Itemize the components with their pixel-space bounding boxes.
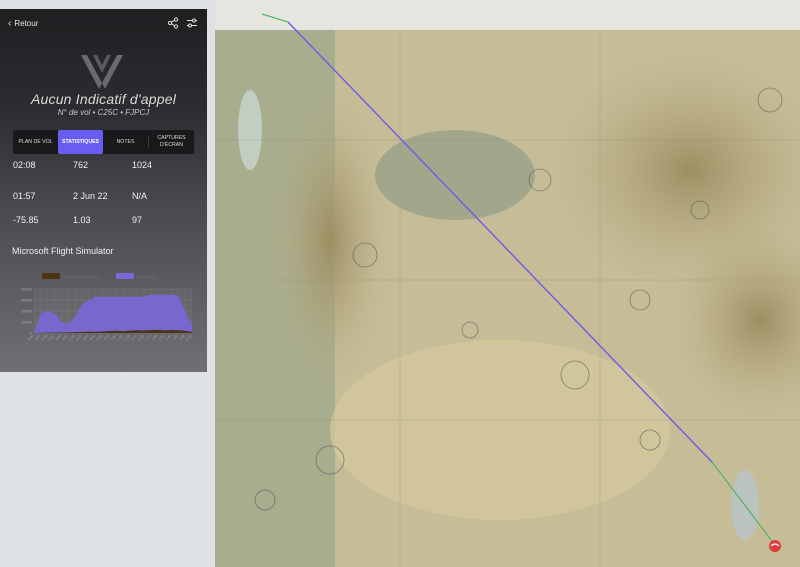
tab-statistics[interactable]: STATISTIQUES bbox=[58, 130, 103, 154]
stat-value: 97 bbox=[132, 215, 143, 225]
stat-value: 1024 bbox=[132, 160, 153, 170]
stat-value: 762 bbox=[73, 160, 89, 170]
stat-value: -75.85 bbox=[13, 215, 39, 225]
altitude-chart: 400003000020000100000Ground Elevation (f… bbox=[21, 273, 193, 342]
simulator-name: Microsoft Flight Simulator bbox=[12, 246, 114, 256]
stat-value: N/A bbox=[132, 191, 148, 201]
back-button[interactable]: ‹ Retour bbox=[8, 17, 39, 29]
back-label: Retour bbox=[14, 19, 39, 28]
chart-legend-swatch bbox=[116, 273, 134, 279]
tab-notes[interactable]: NOTES bbox=[103, 130, 148, 154]
flight-subtitle: N° de vol • C25C • FJPCJ bbox=[57, 108, 150, 117]
chart-legend-label: Altitude (ft) bbox=[137, 274, 157, 279]
callsign-title: Aucun Indicatif d'appel bbox=[30, 91, 177, 107]
flight-info-panel: ‹ Retour Aucun Indicatif d'appel N° de v… bbox=[0, 9, 207, 372]
chevron-left-icon: ‹ bbox=[8, 17, 12, 29]
chart-y-tick-label: 10000 bbox=[21, 320, 33, 325]
sliders-icon[interactable] bbox=[186, 17, 198, 29]
destination-airport-icon bbox=[769, 540, 781, 552]
share-icon[interactable] bbox=[167, 17, 179, 29]
stat-value: 1.03 bbox=[73, 215, 91, 225]
chart-legend-label: Ground Elevation (ft) bbox=[63, 274, 101, 279]
chart-y-tick-label: 30000 bbox=[21, 298, 33, 303]
chart-y-tick-label: 40000 bbox=[21, 287, 33, 292]
stat-value: 01:57 bbox=[13, 191, 36, 201]
chart-legend-swatch bbox=[42, 273, 60, 279]
panel-tabs: PLAN DE VOL STATISTIQUES NOTES CAPTURES … bbox=[13, 130, 194, 154]
tab-screenshots[interactable]: CAPTURES D'ÉCRAN bbox=[149, 130, 194, 154]
chart-x-tick-label: 1:55 bbox=[185, 334, 193, 342]
airline-logo-icon bbox=[81, 55, 123, 89]
stat-value: 02:08 bbox=[13, 160, 36, 170]
stat-value: 2 Jun 22 bbox=[73, 191, 108, 201]
chart-y-tick-label: 20000 bbox=[21, 309, 33, 314]
panel-topbar: ‹ Retour bbox=[0, 9, 207, 39]
tab-flight-plan[interactable]: PLAN DE VOL bbox=[13, 130, 58, 154]
